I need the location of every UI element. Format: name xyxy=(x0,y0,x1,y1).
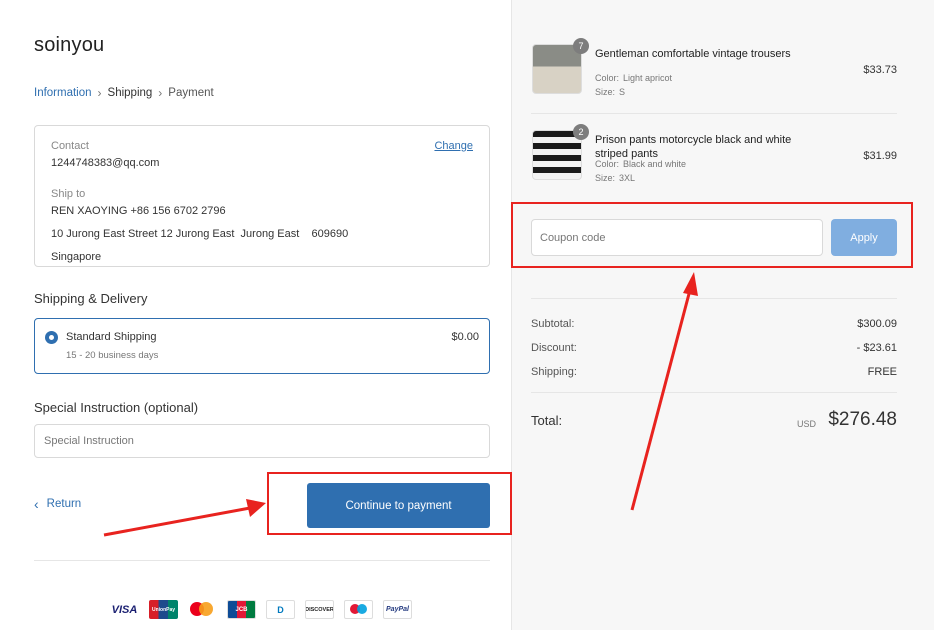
breadcrumb-payment: Payment xyxy=(168,87,214,99)
radio-selected-icon[interactable] xyxy=(45,331,58,344)
chevron-left-icon: ‹ xyxy=(34,496,39,512)
paypal-icon: PayPal xyxy=(383,600,412,619)
shipping-option-name: Standard Shipping xyxy=(66,331,157,343)
return-link[interactable]: ‹ Return xyxy=(34,496,81,512)
apply-coupon-button[interactable]: Apply xyxy=(831,219,897,256)
product-color: Color: Light apricot xyxy=(595,73,673,83)
product-size: Size: S xyxy=(595,87,626,97)
special-instruction-input[interactable] xyxy=(34,424,490,458)
continue-to-payment-button[interactable]: Continue to payment xyxy=(307,483,490,528)
divider xyxy=(34,560,490,561)
discount-value: - $23.61 xyxy=(856,342,897,354)
chevron-right-icon: › xyxy=(97,86,102,100)
subtotal-row: Subtotal: $300.09 xyxy=(531,318,897,330)
return-label: Return xyxy=(46,498,82,510)
total-value: $276.48 xyxy=(828,409,897,430)
unionpay-icon: UnionPay xyxy=(149,600,178,619)
total-label: Total: xyxy=(531,413,563,428)
product-price: $33.73 xyxy=(863,64,897,76)
product-title: Gentleman comfortable vintage trousers xyxy=(595,48,791,60)
diners-club-icon: D xyxy=(266,600,295,619)
contact-shipping-review: Contact 1244748383@qq.com Change Ship to… xyxy=(34,125,490,267)
shipping-option-days: 15 - 20 business days xyxy=(66,350,159,361)
shipping-row: Shipping: FREE xyxy=(531,366,897,378)
total-currency: USD xyxy=(797,419,817,429)
subtotal-label: Subtotal: xyxy=(531,318,575,330)
cart-item: 2 Prison pants motorcycle black and whit… xyxy=(531,124,897,192)
product-size: Size: 3XL xyxy=(595,173,636,183)
ship-to-address: 10 Jurong East Street 12 Jurong East Jur… xyxy=(51,227,349,240)
payment-methods: VISA UnionPay JCB D DISCOVER PayPal xyxy=(110,600,412,619)
shipping-label: Shipping: xyxy=(531,366,577,378)
chevron-right-icon: › xyxy=(158,86,163,100)
ship-to-name: REN XAOYING +86 156 6702 2796 xyxy=(51,204,226,217)
breadcrumb: Information › Shipping › Payment xyxy=(34,86,214,100)
quantity-badge: 7 xyxy=(573,38,589,54)
store-logo[interactable]: soinyou xyxy=(34,34,104,57)
maestro-icon xyxy=(344,600,373,619)
checkout-main-panel: soinyou Information › Shipping › Payment… xyxy=(0,0,511,630)
product-price: $31.99 xyxy=(863,150,897,162)
breadcrumb-shipping: Shipping xyxy=(107,87,153,99)
coupon-code-input[interactable] xyxy=(531,219,823,256)
discover-icon: DISCOVER xyxy=(305,600,334,619)
divider xyxy=(531,113,897,114)
jcb-icon: JCB xyxy=(227,600,256,619)
product-title: Prison pants motorcycle black and white … xyxy=(595,134,792,161)
discount-label: Discount: xyxy=(531,342,577,354)
visa-icon: VISA xyxy=(111,603,138,616)
ship-to-label: Ship to xyxy=(51,187,86,200)
contact-value: 1244748383@qq.com xyxy=(51,157,160,169)
contact-label: Contact xyxy=(51,140,89,152)
breadcrumb-information[interactable]: Information xyxy=(34,87,92,99)
shipping-option-standard[interactable]: Standard Shipping 15 - 20 business days … xyxy=(34,318,490,374)
quantity-badge: 2 xyxy=(573,124,589,140)
cart-item: 7 Gentleman comfortable vintage trousers… xyxy=(531,38,897,106)
mastercard-icon xyxy=(188,600,217,619)
divider xyxy=(531,298,897,299)
product-color: Color: Black and white xyxy=(595,159,687,169)
shipping-option-price: $0.00 xyxy=(451,331,479,343)
change-link[interactable]: Change xyxy=(434,140,473,152)
shipping-delivery-title: Shipping & Delivery xyxy=(34,291,148,306)
special-instruction-title: Special Instruction (optional) xyxy=(34,400,199,415)
discount-row: Discount: - $23.61 xyxy=(531,342,897,354)
subtotal-value: $300.09 xyxy=(857,318,897,330)
shipping-value: FREE xyxy=(867,366,897,378)
divider xyxy=(531,392,897,393)
ship-to-country: Singapore xyxy=(51,250,102,263)
